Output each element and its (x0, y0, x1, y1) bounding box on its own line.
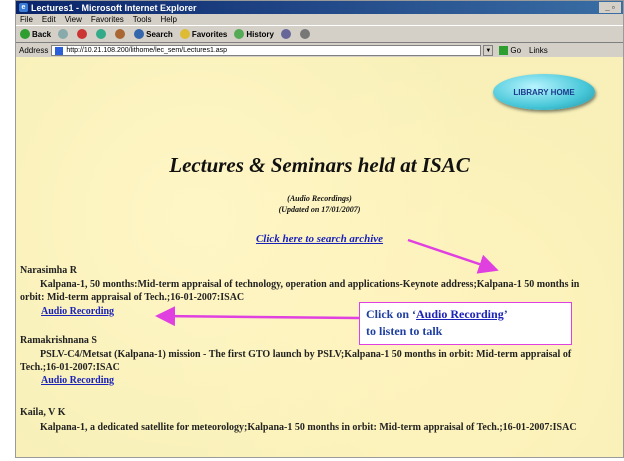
page-content: LIBRARY HOME Lectures & Seminars held at… (16, 57, 623, 457)
go-button[interactable]: Go (499, 46, 521, 55)
search-icon (134, 29, 145, 39)
search-label: Search (146, 29, 173, 39)
favorites-button[interactable]: Favorites (179, 29, 228, 39)
history-icon (234, 29, 245, 39)
subtitle-audio: (Audio Recordings) (287, 194, 352, 203)
go-arrow-icon (499, 46, 509, 55)
mail-icon (280, 29, 291, 39)
page-subtitle: (Audio Recordings) (Updated on 17/01/200… (16, 193, 623, 215)
browser-window: e Lectures1 - Microsoft Internet Explore… (15, 0, 624, 458)
audio-callout-box: Click on ‘Audio Recording’ to listen to … (359, 302, 572, 345)
callout-suffix: ’ (503, 307, 508, 321)
callout-line-2: to listen to talk (366, 324, 443, 338)
entry-3-speaker: Kaila, V K (20, 407, 66, 418)
entry-2-description: PSLV-C4/Metsat (Kalpana-1) mission - The… (20, 349, 572, 373)
callout-prefix: Click on ‘ (366, 307, 417, 321)
annotation-arrows (155, 238, 499, 327)
stop-icon (77, 29, 88, 39)
address-dropdown[interactable]: ▼ (483, 45, 494, 56)
arrow-to-audio-link (155, 306, 360, 327)
library-home-button[interactable]: LIBRARY HOME (493, 74, 595, 110)
stop-button[interactable] (77, 29, 89, 39)
entry-1-speaker: Narasimha R (20, 265, 77, 276)
refresh-icon (96, 29, 107, 39)
forward-arrow-icon (58, 29, 69, 39)
mail-button[interactable] (280, 29, 293, 39)
search-archive-link: Click here to search archive (16, 233, 623, 245)
back-label: Back (32, 29, 52, 39)
search-archive-link-text[interactable]: Click here to search archive (256, 233, 383, 245)
page-title: Lectures & Seminars held at ISAC (169, 153, 470, 177)
page-icon (55, 46, 64, 55)
menu-tools[interactable]: Tools (133, 15, 152, 24)
favorites-icon (179, 29, 190, 39)
toolbar: Back Search Favorites History (16, 25, 623, 43)
window-controls[interactable]: _ ▫ (599, 2, 621, 13)
menu-help[interactable]: Help (160, 15, 176, 24)
go-label: Go (510, 46, 522, 55)
callout-line-1: Click on ‘Audio Recording’ (366, 306, 565, 323)
entry-2-audio-link[interactable]: Audio Recording (41, 375, 114, 386)
address-bar: Address http://10.21.108.200/lithome/lec… (16, 43, 623, 58)
print-icon (299, 29, 310, 39)
links-label[interactable]: Links (529, 46, 548, 55)
ie-logo-icon: e (19, 3, 28, 12)
menu-edit[interactable]: Edit (42, 15, 56, 24)
back-arrow-icon (20, 29, 30, 39)
menu-favorites[interactable]: Favorites (91, 15, 124, 24)
favorites-label: Favorites (191, 29, 228, 39)
entry-1-description: Kalpana-1, 50 months:Mid-term appraisal … (20, 279, 580, 303)
home-button[interactable] (115, 29, 127, 39)
entry-2-speaker: Ramakrishnana S (20, 335, 97, 346)
entry-3-description: Kalpana-1, a dedicated satellite for met… (40, 422, 577, 433)
menu-bar: File Edit View Favorites Tools Help (16, 14, 623, 25)
search-button[interactable]: Search (134, 29, 173, 39)
menu-file[interactable]: File (20, 15, 33, 24)
back-button[interactable]: Back (20, 29, 51, 39)
address-url: http://10.21.108.200/lithome/lec_sem/Lec… (66, 47, 228, 54)
history-button[interactable]: History (234, 29, 274, 39)
subtitle-updated: (Updated on 17/01/2007) (278, 205, 361, 214)
address-input[interactable]: http://10.21.108.200/lithome/lec_sem/Lec… (51, 45, 482, 56)
window-title: Lectures1 - Microsoft Internet Explorer (31, 2, 197, 13)
home-icon (115, 29, 126, 39)
history-label: History (246, 29, 274, 39)
refresh-button[interactable] (96, 29, 108, 39)
title-bar: e Lectures1 - Microsoft Internet Explore… (16, 1, 623, 14)
print-button[interactable] (299, 29, 312, 39)
callout-link-text: Audio Recording (416, 307, 504, 321)
entry-1-audio-link[interactable]: Audio Recording (41, 306, 114, 317)
menu-view[interactable]: View (65, 15, 82, 24)
forward-button[interactable] (58, 29, 70, 39)
address-label: Address (19, 46, 49, 55)
